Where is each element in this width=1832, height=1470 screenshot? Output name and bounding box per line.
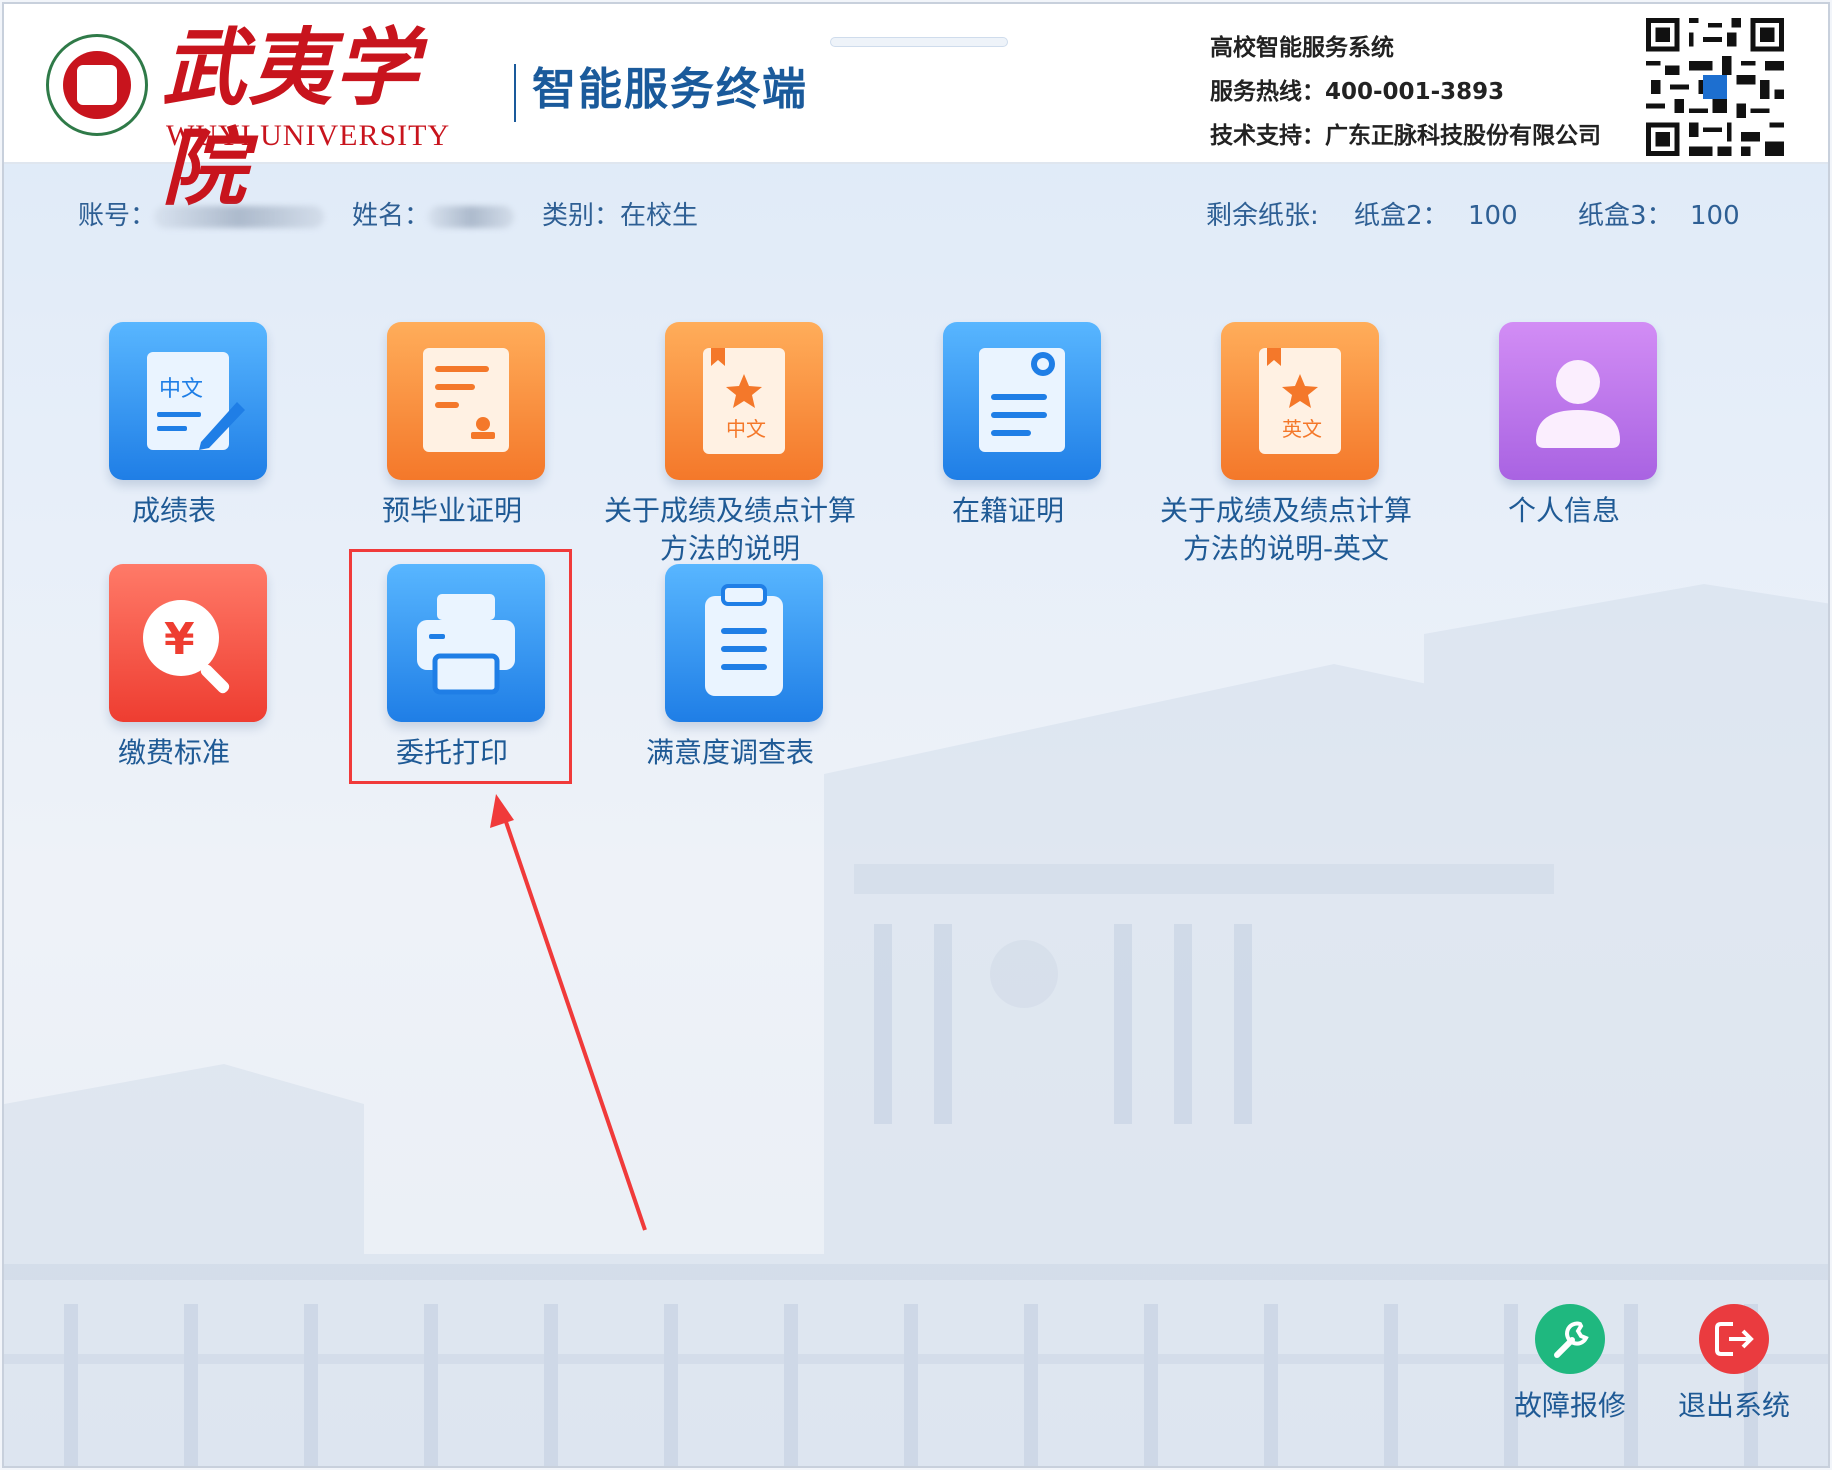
- logout-label: 退出系统: [1677, 1389, 1790, 1422]
- tile-gpa-explanation-en[interactable]: 英文 关于成绩及绩点计算方法的说明-英文: [1160, 322, 1412, 572]
- fee-search-icon: ¥: [109, 564, 267, 722]
- account-label: 账号：: [78, 201, 157, 231]
- paper-remaining-label: 剩余纸张:: [1206, 201, 1319, 231]
- tile-gpa-cn-label: 关于成绩及绩点计算方法的说明: [603, 494, 856, 565]
- tile-transcript-label: 成绩表: [131, 494, 216, 527]
- header: 武夷学院 WUYI UNIVERSITY 智能服务终端 高校智能服务系统 服务热…: [4, 4, 1828, 217]
- tile-enrollment-certificate[interactable]: 在籍证明: [888, 322, 1128, 572]
- tray2-label: 纸盒2：: [1354, 201, 1449, 231]
- name-value-redacted: [428, 206, 514, 228]
- tile-fee-standard-label: 缴费标准: [117, 736, 230, 769]
- repair-label: 故障报修: [1513, 1389, 1626, 1422]
- tile-enrollment-label: 在籍证明: [951, 494, 1064, 527]
- wrench-icon: [1535, 1304, 1605, 1374]
- tile-personal-info-label: 个人信息: [1507, 494, 1620, 527]
- account-value-redacted: [154, 206, 324, 228]
- tech-support: 技术支持：广东正脉科技股份有限公司: [1210, 123, 1601, 149]
- logout-icon: [1699, 1304, 1769, 1374]
- tray3-value: 100: [1690, 201, 1740, 231]
- terminal-title: 智能服务终端: [532, 64, 808, 115]
- tile-pre-graduation-label: 预毕业证明: [381, 494, 522, 527]
- svg-text:¥: ¥: [164, 614, 195, 665]
- tray2-value: 100: [1468, 201, 1518, 231]
- header-divider: [514, 64, 516, 122]
- tile-gpa-explanation-cn[interactable]: 中文 关于成绩及绩点计算方法的说明: [604, 322, 856, 572]
- tray3-label: 纸盒3：: [1578, 201, 1673, 231]
- tile-fee-standard[interactable]: ¥ 缴费标准: [54, 564, 294, 814]
- tile-transcript[interactable]: 中文 成绩表: [54, 322, 294, 572]
- top-indicator-bar: [830, 37, 1008, 47]
- university-seal-icon: [46, 34, 148, 136]
- university-logo-en: WUYI UNIVERSITY: [166, 119, 451, 152]
- tile-gpa-en-label: 关于成绩及绩点计算方法的说明-英文: [1159, 494, 1412, 565]
- gpa-en-icon: 英文: [1221, 322, 1379, 480]
- name-label: 姓名：: [352, 201, 431, 231]
- qr-code-icon: [1646, 18, 1784, 156]
- tile-personal-info[interactable]: 个人信息: [1444, 322, 1684, 572]
- certificate-icon: [387, 322, 545, 480]
- annotation-highlight-box: [349, 549, 572, 784]
- clipboard-icon: [665, 564, 823, 722]
- enrollment-icon: [943, 322, 1101, 480]
- gpa-en-icon-text: 英文: [1282, 417, 1322, 441]
- user-info-bar: 账号： 姓名： 类别：在校生 剩余纸张: 纸盒2： 100 纸盒3： 100: [78, 196, 1778, 236]
- repair-button[interactable]: 故障报修: [1490, 1304, 1650, 1444]
- logout-button[interactable]: 退出系统: [1654, 1304, 1814, 1444]
- tile-satisfaction-label: 满意度调查表: [645, 736, 814, 769]
- category-label: 类别：在校生: [542, 201, 699, 231]
- transcript-icon-text: 中文: [159, 377, 203, 402]
- tile-pre-graduation-certificate[interactable]: 预毕业证明: [332, 322, 572, 572]
- transcript-icon: 中文: [109, 322, 267, 480]
- hotline: 服务热线：400-001-3893: [1210, 79, 1505, 105]
- tile-satisfaction-survey[interactable]: 满意度调查表: [610, 564, 850, 814]
- kiosk-window: 武夷学院 WUYI UNIVERSITY 智能服务终端 高校智能服务系统 服务热…: [2, 2, 1830, 1468]
- university-logo-cn: 武夷学院: [162, 18, 421, 217]
- user-icon: [1499, 322, 1657, 480]
- gpa-cn-icon: 中文: [665, 322, 823, 480]
- service-info: 高校智能服务系统 服务热线：400-001-3893 技术支持：广东正脉科技股份…: [1210, 26, 1610, 158]
- system-name: 高校智能服务系统: [1210, 35, 1394, 61]
- gpa-cn-icon-text: 中文: [726, 417, 766, 441]
